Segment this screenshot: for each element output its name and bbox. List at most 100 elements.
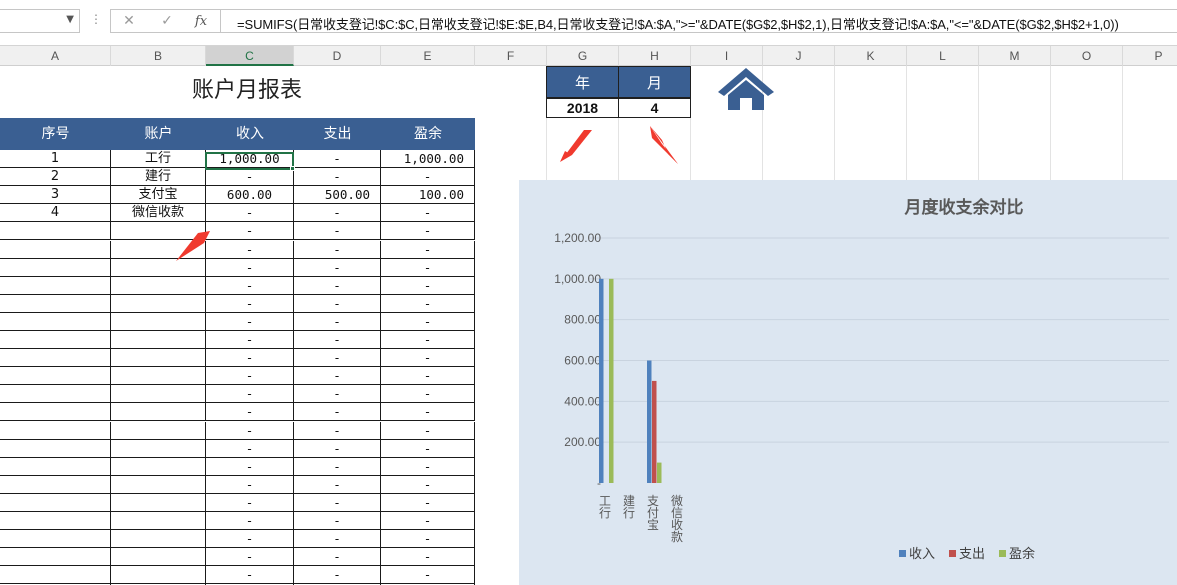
- column-header-h[interactable]: H: [619, 46, 691, 66]
- cell-expense[interactable]: -: [294, 385, 381, 404]
- cell-income[interactable]: 1,000.00: [206, 150, 294, 168]
- cell-income[interactable]: -: [206, 493, 294, 512]
- cell-account[interactable]: [111, 312, 206, 331]
- cell-index[interactable]: [0, 258, 111, 277]
- cell-expense[interactable]: -: [294, 150, 381, 168]
- cell-expense[interactable]: -: [294, 312, 381, 331]
- cancel-icon[interactable]: ✕: [119, 13, 139, 29]
- cell-surplus[interactable]: -: [381, 312, 475, 331]
- cell-income[interactable]: -: [206, 276, 294, 295]
- column-header-e[interactable]: E: [381, 46, 475, 66]
- cell-expense[interactable]: -: [294, 475, 381, 494]
- cell-surplus[interactable]: -: [381, 204, 475, 223]
- cell-expense[interactable]: -: [294, 548, 381, 567]
- cell-surplus[interactable]: -: [381, 240, 475, 259]
- column-header-l[interactable]: L: [907, 46, 979, 66]
- cell-account[interactable]: [111, 566, 206, 585]
- cell-index[interactable]: [0, 367, 111, 386]
- cell-account[interactable]: [111, 403, 206, 422]
- cell-account[interactable]: [111, 530, 206, 549]
- cell-expense[interactable]: -: [294, 457, 381, 476]
- cell-expense[interactable]: -: [294, 258, 381, 277]
- formula-input[interactable]: =SUMIFS(日常收支登记!$C:$C,日常收支登记!$E:$E,B4,日常收…: [220, 9, 1177, 33]
- cell-income[interactable]: -: [206, 204, 294, 223]
- cell-index[interactable]: [0, 457, 111, 476]
- cell-surplus[interactable]: -: [381, 530, 475, 549]
- cell-account[interactable]: [111, 294, 206, 313]
- column-header-f[interactable]: F: [475, 46, 547, 66]
- cell-expense[interactable]: -: [294, 168, 381, 187]
- enter-icon[interactable]: ✓: [157, 13, 177, 29]
- cell-account[interactable]: 微信收款: [111, 204, 206, 223]
- cell-surplus[interactable]: -: [381, 294, 475, 313]
- cell-index[interactable]: [0, 421, 111, 440]
- column-header-o[interactable]: O: [1051, 46, 1123, 66]
- cell-account[interactable]: 支付宝: [111, 186, 206, 205]
- cell-index[interactable]: 3: [0, 186, 111, 205]
- cell-expense[interactable]: -: [294, 493, 381, 512]
- cell-surplus[interactable]: -: [381, 548, 475, 567]
- column-header-j[interactable]: J: [763, 46, 835, 66]
- cell-account[interactable]: [111, 258, 206, 277]
- cell-expense[interactable]: -: [294, 331, 381, 349]
- cell-index[interactable]: [0, 475, 111, 494]
- cell-income[interactable]: -: [206, 222, 294, 241]
- cell-expense[interactable]: -: [294, 530, 381, 549]
- cell-surplus[interactable]: -: [381, 475, 475, 494]
- cell-account[interactable]: [111, 548, 206, 567]
- cell-income[interactable]: -: [206, 512, 294, 530]
- cell-expense[interactable]: -: [294, 222, 381, 241]
- cell-index[interactable]: [0, 548, 111, 567]
- cell-account[interactable]: [111, 276, 206, 295]
- cell-index[interactable]: [0, 222, 111, 241]
- cell-surplus[interactable]: 100.00: [381, 186, 475, 205]
- column-header-g[interactable]: G: [547, 46, 619, 66]
- cell-surplus[interactable]: -: [381, 439, 475, 458]
- cell-expense[interactable]: -: [294, 349, 381, 368]
- cell-index[interactable]: [0, 240, 111, 259]
- cell-account[interactable]: [111, 439, 206, 458]
- column-header-i[interactable]: I: [691, 46, 763, 66]
- cell-surplus[interactable]: -: [381, 385, 475, 404]
- cell-index[interactable]: [0, 403, 111, 422]
- cell-index[interactable]: [0, 331, 111, 349]
- cell-expense[interactable]: 500.00: [294, 186, 381, 205]
- cell-surplus[interactable]: -: [381, 421, 475, 440]
- cell-surplus[interactable]: -: [381, 403, 475, 422]
- cell-account[interactable]: [111, 457, 206, 476]
- column-header-a[interactable]: A: [0, 46, 111, 66]
- cell-expense[interactable]: -: [294, 439, 381, 458]
- cell-income[interactable]: -: [206, 331, 294, 349]
- cell-income[interactable]: -: [206, 258, 294, 277]
- cell-expense[interactable]: -: [294, 421, 381, 440]
- more-options-icon[interactable]: ⋮: [90, 12, 102, 26]
- cell-index[interactable]: 4: [0, 204, 111, 223]
- cell-index[interactable]: [0, 276, 111, 295]
- column-header-d[interactable]: D: [294, 46, 381, 66]
- cell-account[interactable]: [111, 349, 206, 368]
- column-header-m[interactable]: M: [979, 46, 1051, 66]
- cell-index[interactable]: 1: [0, 150, 111, 168]
- cell-account[interactable]: [111, 475, 206, 494]
- cell-account[interactable]: [111, 240, 206, 259]
- column-header-b[interactable]: B: [111, 46, 206, 66]
- cell-income[interactable]: -: [206, 457, 294, 476]
- cell-surplus[interactable]: -: [381, 331, 475, 349]
- cell-expense[interactable]: -: [294, 240, 381, 259]
- cell-index[interactable]: [0, 349, 111, 368]
- cell-index[interactable]: [0, 512, 111, 530]
- insert-function-icon[interactable]: fx: [191, 14, 211, 29]
- cell-surplus[interactable]: -: [381, 367, 475, 386]
- cell-index[interactable]: [0, 493, 111, 512]
- cell-surplus[interactable]: -: [381, 349, 475, 368]
- cell-account[interactable]: [111, 512, 206, 530]
- cell-income[interactable]: -: [206, 349, 294, 368]
- year-input-cell[interactable]: 2018: [546, 98, 619, 118]
- column-header-p[interactable]: P: [1123, 46, 1177, 66]
- cell-account[interactable]: [111, 493, 206, 512]
- cell-index[interactable]: [0, 294, 111, 313]
- cell-expense[interactable]: -: [294, 276, 381, 295]
- cell-income[interactable]: -: [206, 312, 294, 331]
- cell-income[interactable]: -: [206, 367, 294, 386]
- cell-income[interactable]: -: [206, 403, 294, 422]
